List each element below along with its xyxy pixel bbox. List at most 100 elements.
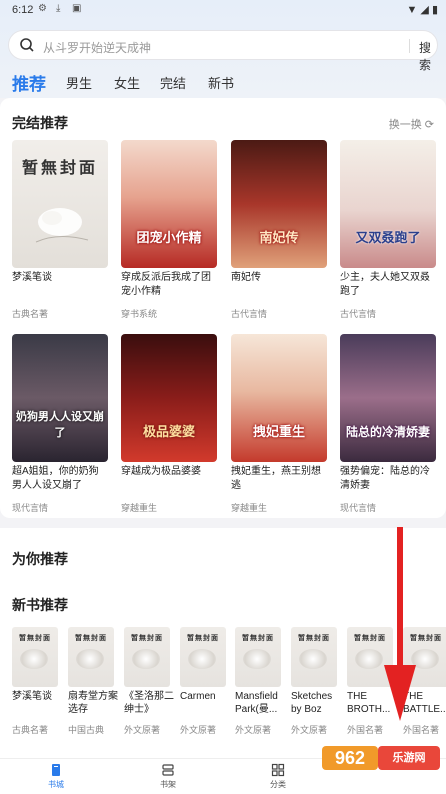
new-book-card[interactable]: 暂無封面 梦溪笔谈 古典名著 [12, 627, 58, 737]
flower-illustration [132, 649, 160, 669]
cover-text: 暂無封面 [242, 633, 274, 642]
book-cover: 暂無封面 [403, 627, 446, 687]
book-cover: 暂無封面 [180, 627, 226, 687]
flower-illustration [243, 649, 271, 669]
new-book-card[interactable]: 暂無封面 THE BROTH... 外国名著 [347, 627, 393, 737]
wifi-icon: ▼ [406, 4, 418, 16]
refresh-button[interactable]: 换一换 ⟳ [389, 116, 434, 132]
book-title: 南妃传 [231, 272, 261, 283]
section-title-new-books: 新书推荐 [12, 597, 68, 613]
book-title: Carmen [180, 691, 216, 702]
cover-text: 极品婆婆 [142, 425, 195, 440]
book-category: 外国名著 [403, 725, 440, 735]
book-cover: 陆总的冷清娇妻 [340, 334, 436, 462]
book-card[interactable]: 团宠小作精 穿成反派后我成了团宠小作精 穿书系统 [121, 140, 217, 322]
signal-icon: ◢ [420, 4, 429, 16]
book-category: 古代言情 [231, 309, 268, 319]
flower-illustration [355, 649, 383, 669]
watermark-logo: 962 乐游网 [322, 742, 442, 772]
system-status-icons: ▼ ◢ ▮ [406, 3, 438, 16]
section-title-for-you: 为你推荐 [12, 551, 68, 567]
book-cover: 南妃传 [231, 140, 327, 268]
channel-tabs: 推荐 男生 女生 完结 新书 [0, 70, 446, 94]
flower-illustration [188, 649, 216, 669]
nav-bookstore[interactable]: 书城 [36, 763, 76, 790]
book-category: 古代言情 [340, 309, 377, 319]
cover-text: 又双叒跑了 [355, 231, 421, 246]
book-title: 超A姐姐，你的奶狗男人人设又崩了 [12, 466, 99, 491]
book-cover: 暂無封面 [68, 627, 114, 687]
book-category: 现代言情 [340, 503, 377, 513]
book-cover: 暂無封面 [12, 140, 108, 268]
book-title: 扇寿堂方案选存 [68, 691, 118, 715]
search-input[interactable]: 从斗罗开始逆天成神 [43, 39, 151, 56]
nav-bookshelf[interactable]: 书架 [148, 763, 188, 790]
cover-text: 陆总的冷清娇妻 [345, 425, 430, 439]
book-title: 梦溪笔谈 [12, 691, 52, 702]
book-title: Mansfield Park(曼... [235, 691, 278, 715]
bookshelf-icon [162, 764, 174, 776]
flower-illustration [76, 649, 104, 669]
book-title: 梦溪笔谈 [12, 272, 52, 283]
book-title: 穿越成为极品婆婆 [121, 466, 201, 477]
book-cover: 暂無封面 [347, 627, 393, 687]
book-card[interactable]: 奶狗男人人设又崩了 超A姐姐，你的奶狗男人人设又崩了 现代言情 [12, 334, 108, 516]
search-button[interactable]: 搜索 [419, 39, 437, 73]
section-title-completed: 完结推荐 [12, 115, 68, 131]
search-bar[interactable]: 从斗罗开始逆天成神 搜索 [8, 30, 438, 72]
book-card[interactable]: 南妃传 南妃传 古代言情 [231, 140, 327, 322]
refresh-label: 换一换 [388, 119, 422, 131]
book-cover: 暂無封面 [124, 627, 170, 687]
new-book-card[interactable]: 暂無封面 《圣洛那二绅士》 外文原著 [124, 627, 174, 737]
cover-text: 暂無封面 [21, 158, 98, 177]
flower-illustration [411, 649, 439, 669]
cover-text: 暂無封面 [410, 633, 442, 642]
book-card[interactable]: 暂無封面 梦溪笔谈 古典名著 [12, 140, 108, 322]
watermark-number: 962 [322, 746, 378, 770]
book-title: 强势偏宠：陆总的冷清娇妻 [340, 466, 430, 491]
book-title: Sketches by Boz [291, 691, 333, 715]
new-book-card[interactable]: 暂無封面 Mansfield Park(曼... 外文原著 [235, 627, 281, 737]
cover-text: 奶狗男人人设又崩了 [16, 410, 104, 439]
status-time: 6:12 [12, 4, 34, 16]
status-bar: 6:12 ⚙ ⤓ ▣ ▼ ◢ ▮ [0, 0, 446, 20]
bookstore-icon [52, 764, 60, 776]
book-category: 外国名著 [347, 725, 384, 735]
book-cover: 拽妃重生 [231, 334, 327, 462]
book-category: 外文原著 [180, 725, 217, 735]
book-category: 穿越重生 [121, 503, 158, 513]
cover-text: 暂無封面 [19, 633, 51, 642]
book-category: 中国古典 [68, 725, 105, 735]
tab-recommend[interactable]: 推荐 [12, 70, 46, 95]
book-card[interactable]: 极品婆婆 穿越成为极品婆婆 穿越重生 [121, 334, 217, 516]
book-cover: 暂無封面 [235, 627, 281, 687]
book-category: 外文原著 [124, 725, 161, 735]
new-book-card[interactable]: 暂無封面 Carmen 外文原著 [180, 627, 226, 737]
tab-completed[interactable]: 完结 [160, 73, 186, 92]
tab-male[interactable]: 男生 [66, 73, 92, 92]
book-cover: 暂無封面 [291, 627, 337, 687]
book-category: 古典名著 [12, 309, 49, 319]
flower-illustration [20, 649, 48, 669]
cover-text: 暂無封面 [354, 633, 386, 642]
new-book-card[interactable]: 暂無封面 Sketches by Boz 外文原著 [291, 627, 337, 737]
tab-new[interactable]: 新书 [208, 73, 234, 92]
category-icon [271, 763, 285, 777]
new-book-card[interactable]: 暂無封面 THE BATTLE... 外国名著 [403, 627, 446, 737]
book-cover: 又双叒跑了 [340, 140, 436, 268]
watermark-text: 乐游网 [378, 746, 440, 770]
book-category: 古典名著 [12, 725, 49, 735]
book-category: 现代言情 [12, 503, 49, 513]
book-card[interactable]: 陆总的冷清娇妻 强势偏宠：陆总的冷清娇妻 现代言情 [340, 334, 436, 516]
book-title: 《圣洛那二绅士》 [124, 691, 174, 715]
tab-female[interactable]: 女生 [114, 73, 140, 92]
cover-text: 暂無封面 [187, 633, 219, 642]
book-card[interactable]: 又双叒跑了 少主，夫人她又双叒跑了 古代言情 [340, 140, 436, 322]
cover-text: 拽妃重生 [252, 425, 305, 440]
book-card[interactable]: 拽妃重生 拽妃重生，燕王别想逃 穿越重生 [231, 334, 327, 516]
cover-text: 南妃传 [259, 231, 299, 246]
new-book-card[interactable]: 暂無封面 扇寿堂方案选存 中国古典 [68, 627, 118, 737]
book-title: 少主，夫人她又双叒跑了 [340, 272, 430, 297]
search-divider [409, 39, 410, 53]
nav-category[interactable]: 分类 [258, 763, 298, 790]
